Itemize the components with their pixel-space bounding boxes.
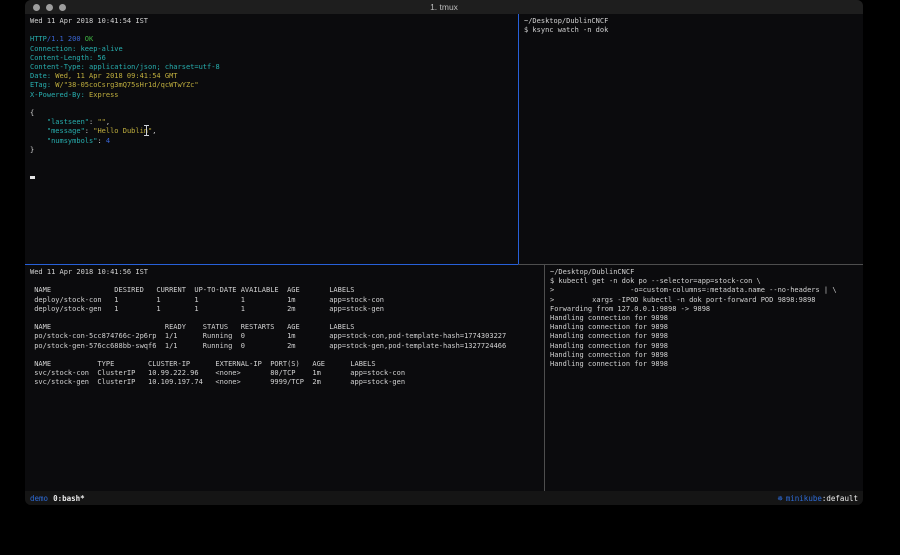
terminal-line [30, 26, 513, 35]
terminal-line [30, 277, 539, 286]
terminal-line: Date: Wed, 11 Apr 2018 09:41:54 GMT [30, 72, 513, 81]
terminal-line: po/stock-gen-576cc688bb-swqf6 1/1 Runnin… [30, 342, 539, 351]
terminal-line [30, 351, 539, 360]
status-right: ☸ minikube :default [778, 494, 858, 503]
terminal-line [30, 155, 513, 164]
terminal-line [30, 314, 539, 323]
terminal-line: deploy/stock-con 1 1 1 1 1m app=stock-co… [30, 296, 539, 305]
pane-divider-horizontal-right[interactable] [518, 264, 863, 265]
minimize-button[interactable] [46, 4, 53, 11]
tmux-terminal: Wed 11 Apr 2018 10:41:54 IST HTTP/1.1 20… [25, 14, 863, 491]
terminal-line: } [30, 146, 513, 155]
terminal-line: Wed 11 Apr 2018 10:41:56 IST [30, 268, 539, 277]
terminal-line: Handling connection for 9898 [550, 323, 858, 332]
terminal-line: po/stock-con-5cc874766c-2p6rp 1/1 Runnin… [30, 332, 539, 341]
terminal-line: NAME READY STATUS RESTARTS AGE LABELS [30, 323, 539, 332]
terminal-line [30, 100, 513, 109]
kubernetes-wheel-icon: ☸ [778, 494, 783, 503]
terminal-line: "numsymbols": 4 [30, 137, 513, 146]
mouse-ibeam-cursor [144, 125, 149, 136]
zoom-button[interactable] [59, 4, 66, 11]
terminal-line: "message": "Hello Dublin", [30, 127, 513, 136]
terminal-window: 1. tmux Wed 11 Apr 2018 10:41:54 IST HTT… [25, 0, 863, 505]
terminal-line: > -o=custom-columns=:metadata.name --no-… [550, 286, 858, 295]
terminal-line: Content-Type: application/json; charset=… [30, 63, 513, 72]
terminal-line: Handling connection for 9898 [550, 314, 858, 323]
window-title: 1. tmux [25, 2, 863, 12]
pane-http-response[interactable]: Wed 11 Apr 2018 10:41:54 IST HTTP/1.1 20… [25, 14, 518, 264]
terminal-line: Handling connection for 9898 [550, 342, 858, 351]
terminal-line: Handling connection for 9898 [550, 332, 858, 341]
pane-ksync-watch[interactable]: ~/Desktop/DublinCNCF$ ksync watch -n dok [519, 14, 863, 264]
pane-divider-vertical-top[interactable] [518, 14, 519, 264]
kube-namespace: :default [822, 494, 858, 503]
terminal-line: NAME TYPE CLUSTER-IP EXTERNAL-IP PORT(S)… [30, 360, 539, 369]
window-tab-bash[interactable]: 0:bash* [53, 494, 85, 503]
terminal-line: ~/Desktop/DublinCNCF [550, 268, 858, 277]
terminal-line: Content-Length: 56 [30, 54, 513, 63]
window-titlebar[interactable]: 1. tmux [25, 0, 863, 14]
traffic-lights [33, 4, 66, 11]
terminal-line: Wed 11 Apr 2018 10:41:54 IST [30, 17, 513, 26]
status-left: demo 0:bash* [30, 494, 85, 503]
terminal-line: HTTP/1.1 200 OK [30, 35, 513, 44]
terminal-line: Connection: keep-alive [30, 45, 513, 54]
terminal-line: Forwarding from 127.0.0.1:9898 -> 9898 [550, 305, 858, 314]
terminal-line: svc/stock-gen ClusterIP 10.109.197.74 <n… [30, 378, 539, 387]
terminal-line: X-Powered-By: Express [30, 91, 513, 100]
pane-divider-horizontal-left[interactable] [25, 264, 518, 265]
terminal-line: "lastseen": "", [30, 118, 513, 127]
pane-divider-vertical-bottom[interactable] [544, 265, 545, 491]
terminal-line: Handling connection for 9898 [550, 351, 858, 360]
terminal-line: deploy/stock-gen 1 1 1 1 2m app=stock-ge… [30, 305, 539, 314]
terminal-line [30, 164, 513, 173]
terminal-line: > xargs -IPOD kubectl -n dok port-forwar… [550, 296, 858, 305]
pane-kubectl-resources[interactable]: Wed 11 Apr 2018 10:41:56 IST NAME DESIRE… [25, 265, 544, 491]
terminal-line: NAME DESIRED CURRENT UP-TO-DATE AVAILABL… [30, 286, 539, 295]
terminal-line: ~/Desktop/DublinCNCF [524, 17, 858, 26]
terminal-line: svc/stock-con ClusterIP 10.99.222.96 <no… [30, 369, 539, 378]
tmux-status-bar: demo 0:bash* ☸ minikube :default [25, 491, 863, 505]
close-button[interactable] [33, 4, 40, 11]
terminal-line: ETag: W/"38-05coCsrg3mQ75sHr1d/qcWTwYZc" [30, 81, 513, 90]
terminal-line: { [30, 109, 513, 118]
terminal-line [30, 173, 513, 182]
kube-context: minikube [786, 494, 822, 503]
pane-kubectl-port-forward[interactable]: ~/Desktop/DublinCNCF$ kubectl get -n dok… [545, 265, 863, 491]
terminal-line: $ ksync watch -n dok [524, 26, 858, 35]
terminal-line: $ kubectl get -n dok po --selector=app=s… [550, 277, 858, 286]
session-name: demo [30, 494, 48, 503]
terminal-line: Handling connection for 9898 [550, 360, 858, 369]
